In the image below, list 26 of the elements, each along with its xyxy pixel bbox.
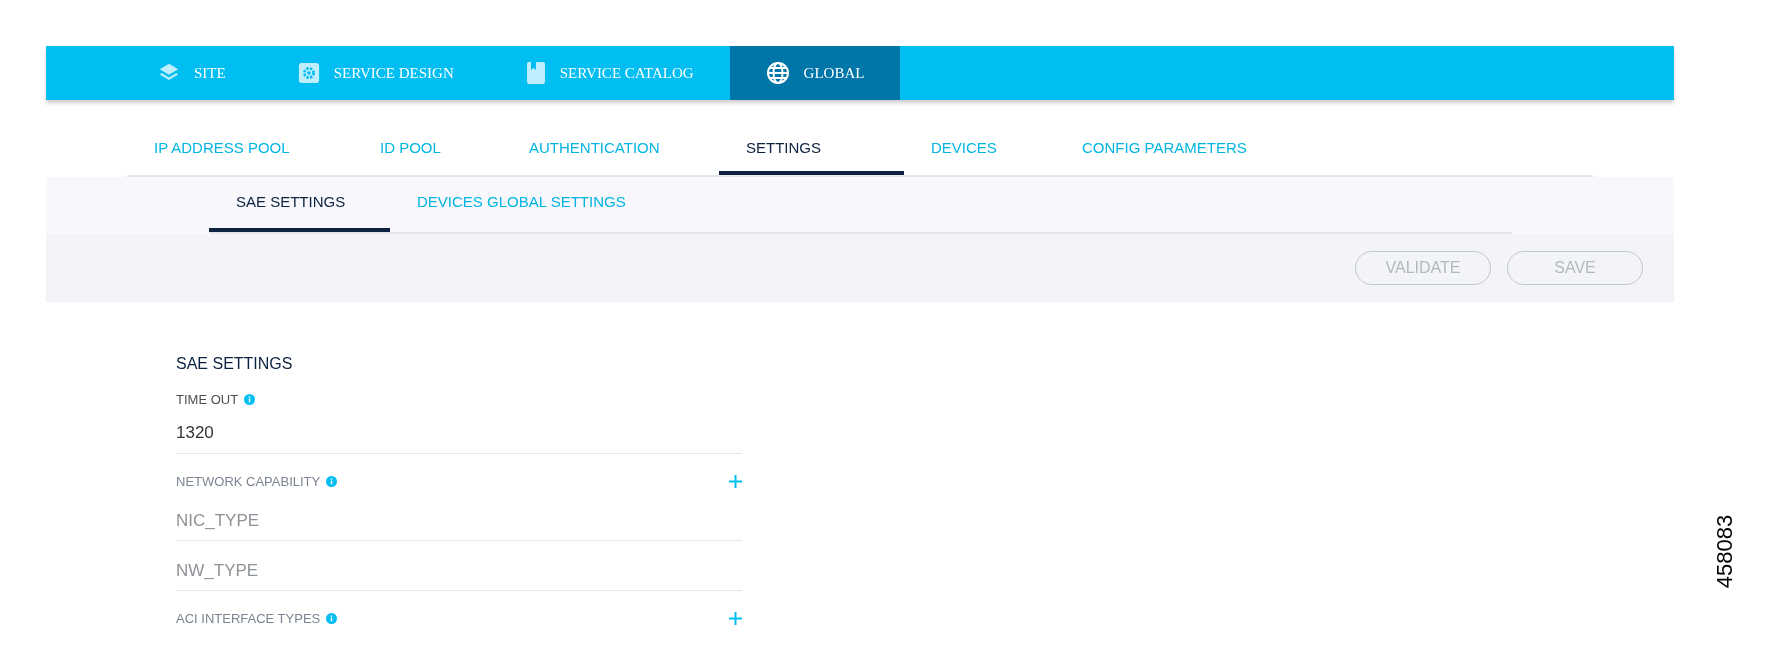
nav-tab[interactable]: SERVICE CATALOG [489, 46, 730, 100]
tab[interactable]: DEVICES GLOBAL SETTINGS [390, 177, 653, 232]
input-field[interactable]: 1320 [176, 413, 742, 454]
section-title: SAE SETTINGS [176, 354, 294, 374]
settings-icon [297, 62, 320, 84]
figure-number: 458083 [1711, 514, 1739, 589]
add-icon[interactable] [729, 474, 742, 488]
field-label: ACI INTERFACE TYPES [176, 610, 321, 628]
book-icon [525, 61, 546, 85]
nav-tab[interactable]: SERVICE DESIGN [261, 46, 490, 100]
tab[interactable]: DEVICES [904, 125, 1055, 175]
field-label: TIME OUT [176, 391, 239, 409]
nav-tab[interactable]: SITE [122, 46, 262, 100]
input-field[interactable]: NIC_TYPE [176, 501, 742, 541]
info-icon [244, 394, 256, 406]
tab[interactable]: ID POOL [353, 125, 502, 175]
info-icon [326, 475, 338, 487]
tab[interactable]: IP ADDRESS POOL [127, 125, 353, 175]
info-icon [326, 613, 338, 625]
tab[interactable]: CONFIG PARAMETERS [1055, 125, 1275, 175]
globe-icon [765, 61, 790, 85]
input-field[interactable]: NW_TYPE [176, 551, 742, 591]
field-label: NETWORK CAPABILITY [176, 472, 321, 491]
nav-tab[interactable]: GLOBAL [729, 46, 901, 100]
add-icon[interactable] [729, 612, 742, 626]
tab[interactable]: AUTHENTICATION [502, 125, 719, 175]
